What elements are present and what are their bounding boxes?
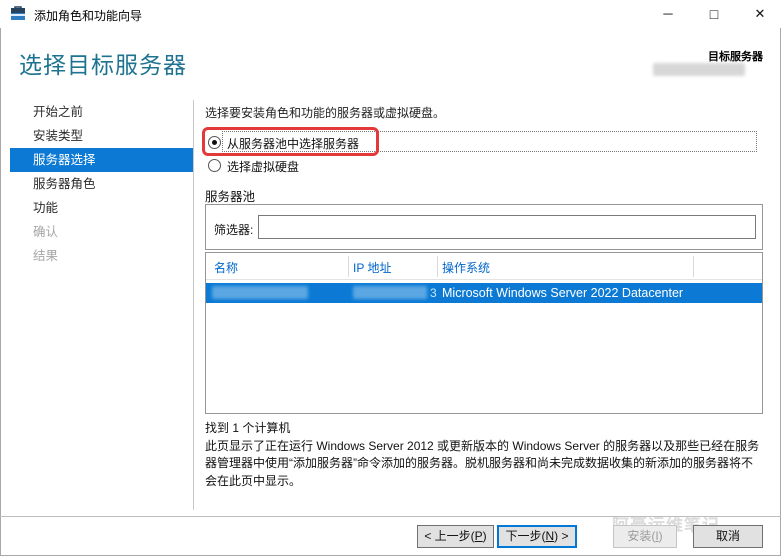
maximize-icon[interactable]: □ xyxy=(696,0,732,28)
column-header-ip[interactable]: IP 地址 xyxy=(353,259,391,276)
radio-select-vhd-label[interactable]: 选择虚拟硬盘 xyxy=(227,158,299,175)
filter-input[interactable] xyxy=(258,215,756,239)
target-server-name-redacted xyxy=(653,63,745,76)
column-header-name[interactable]: 名称 xyxy=(214,259,238,276)
previous-button[interactable]: < 上一步(P) xyxy=(417,525,494,548)
next-button-mnemonic: N xyxy=(545,529,555,543)
previous-button-label: < 上一步( xyxy=(424,529,475,543)
close-icon[interactable]: ✕ xyxy=(742,0,778,28)
filter-label: 筛选器: xyxy=(214,223,254,237)
column-header-os[interactable]: 操作系统 xyxy=(442,259,490,276)
sidebar-item-results: 结果 xyxy=(33,249,59,263)
minimize-icon[interactable]: ─ xyxy=(650,0,686,28)
title-bar: 添加角色和功能向导 ─ □ ✕ xyxy=(0,0,781,28)
filter-panel: 筛选器: xyxy=(205,204,763,250)
server-name-redacted xyxy=(212,286,308,299)
sidebar-item-server-roles[interactable]: 服务器角色 xyxy=(10,172,193,196)
page-description-text: 此页显示了正在运行 Windows Server 2012 或更新版本的 Win… xyxy=(205,439,760,488)
next-button-label: 下一步( xyxy=(505,529,546,543)
column-divider xyxy=(437,256,438,277)
column-divider xyxy=(348,256,349,277)
install-button-label-end: ) xyxy=(658,529,663,543)
window-title: 添加角色和功能向导 xyxy=(34,9,143,23)
wizard-app-icon xyxy=(11,6,25,20)
server-ip-redacted xyxy=(353,286,427,299)
install-button-label: 安装( xyxy=(627,529,656,543)
annotation-red-highlight xyxy=(202,127,379,156)
sidebar-item-server-selection[interactable]: 服务器选择 xyxy=(10,148,193,172)
server-pool-table: 名称 IP 地址 操作系统 3 Microsoft Windows Server… xyxy=(205,252,763,414)
install-button: 安装(I) xyxy=(613,525,677,548)
table-header-row: 名称 IP 地址 操作系统 xyxy=(206,253,762,280)
cancel-button[interactable]: 取消 xyxy=(693,525,763,548)
next-button-label-end: ) > xyxy=(554,529,569,543)
sidebar-item-installation-type[interactable]: 安装类型 xyxy=(10,124,193,148)
previous-button-label-end: ) xyxy=(482,529,487,543)
page-title: 选择目标服务器 xyxy=(19,52,187,78)
next-button[interactable]: 下一步(N) > xyxy=(497,525,577,548)
sidebar-item-before-you-begin[interactable]: 开始之前 xyxy=(10,100,193,124)
server-ip-suffix: 3 xyxy=(430,286,437,300)
computers-found-text: 找到 1 个计算机 xyxy=(205,421,291,435)
instruction-text: 选择要安装角色和功能的服务器或虚拟硬盘。 xyxy=(205,106,446,120)
sidebar-divider xyxy=(193,100,194,510)
sidebar-item-features[interactable]: 功能 xyxy=(10,196,193,220)
previous-button-mnemonic: P xyxy=(474,529,483,543)
radio-select-vhd[interactable] xyxy=(208,159,221,172)
wizard-steps-sidebar: 开始之前 安装类型 服务器选择 服务器角色 功能 确认 结果 xyxy=(0,100,193,268)
target-server-label: 目标服务器 xyxy=(708,51,763,63)
column-divider xyxy=(693,256,694,277)
table-row-selected-server[interactable]: 3 Microsoft Windows Server 2022 Datacent… xyxy=(206,283,762,303)
sidebar-item-confirmation: 确认 xyxy=(33,225,59,239)
server-pool-title: 服务器池 xyxy=(205,190,256,204)
server-os-cell: Microsoft Windows Server 2022 Datacenter xyxy=(442,286,684,300)
wizard-window: 添加角色和功能向导 ─ □ ✕ 选择目标服务器 目标服务器 开始之前 安装类型 … xyxy=(0,0,781,556)
